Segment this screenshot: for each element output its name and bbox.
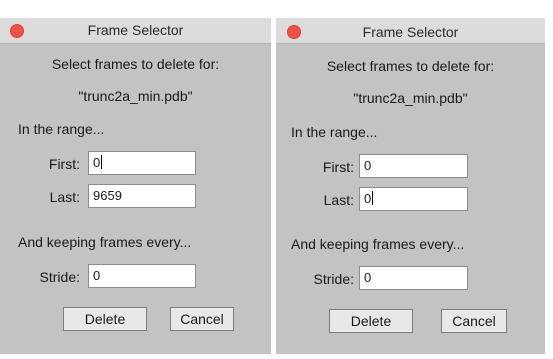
stride-field[interactable]: 0 [359, 266, 468, 290]
first-label: First: [322, 159, 354, 175]
delete-button[interactable]: Delete [329, 309, 413, 333]
range-heading: In the range... [291, 124, 378, 140]
delete-prompt: Select frames to delete for: [326, 58, 495, 74]
first-field[interactable]: 0 [359, 154, 468, 178]
window-title: Frame Selector [362, 24, 459, 40]
delete-button[interactable]: Delete [63, 307, 147, 331]
first-field[interactable]: 0 [88, 151, 196, 175]
filename-label: "trunc2a_min.pdb" [78, 88, 193, 104]
last-field[interactable]: 9659 [88, 184, 196, 208]
first-label: First: [48, 156, 80, 172]
stride-field-value: 0 [93, 268, 101, 283]
range-heading: In the range... [18, 121, 105, 137]
title-bar: Frame Selector [0, 18, 271, 44]
stride-field-value: 0 [364, 270, 372, 285]
frame-selector-dialog-left: Frame Selector Select frames to delete f… [0, 18, 271, 354]
title-bar: Frame Selector [276, 18, 545, 44]
last-field-value: 9659 [93, 188, 122, 203]
stride-heading: And keeping frames every... [291, 236, 465, 252]
filename-label: "trunc2a_min.pdb" [353, 90, 468, 106]
last-field-value: 0 [364, 191, 372, 206]
window-title: Frame Selector [87, 22, 184, 38]
first-field-value: 0 [93, 155, 101, 170]
text-caret [101, 155, 103, 169]
last-field[interactable]: 0 [359, 187, 468, 211]
cancel-button[interactable]: Cancel [441, 309, 507, 333]
stride-label: Stride: [313, 271, 354, 287]
cancel-button[interactable]: Cancel [170, 307, 234, 331]
delete-prompt: Select frames to delete for: [51, 56, 220, 72]
last-label: Last: [323, 192, 354, 208]
frame-selector-dialog-right: Frame Selector Select frames to delete f… [276, 18, 545, 354]
stride-label: Stride: [39, 269, 80, 285]
first-field-value: 0 [364, 158, 372, 173]
last-label: Last: [49, 189, 80, 205]
stride-heading: And keeping frames every... [18, 234, 192, 250]
text-caret [372, 191, 374, 205]
stride-field[interactable]: 0 [88, 264, 196, 288]
